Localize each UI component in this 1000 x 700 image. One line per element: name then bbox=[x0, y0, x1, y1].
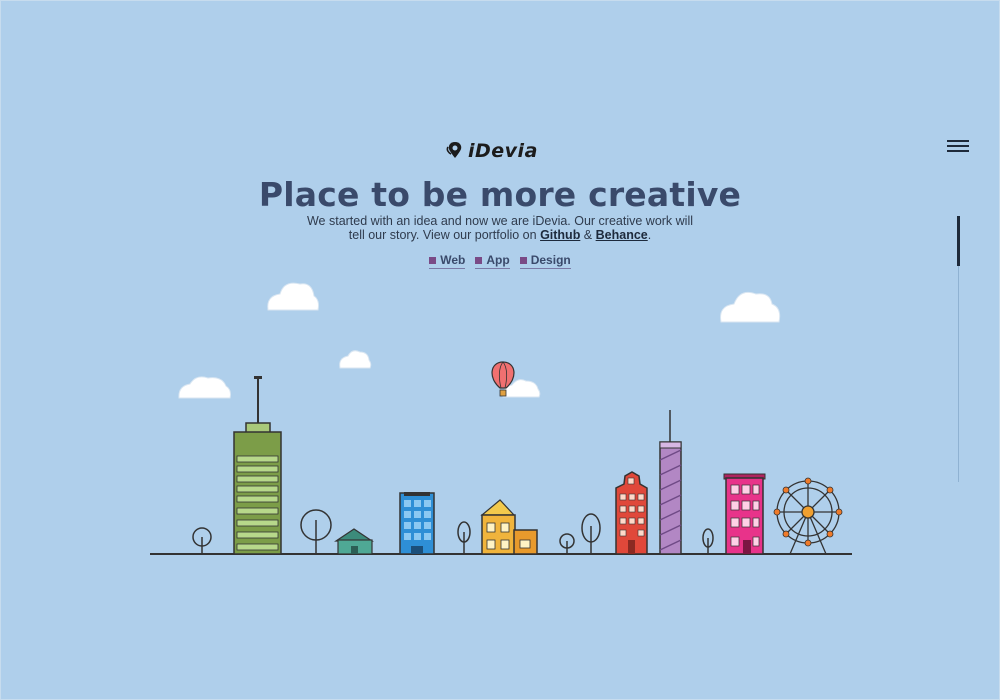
yellow-house-building bbox=[480, 499, 538, 555]
pink-apartment-building bbox=[723, 473, 766, 555]
city-illustration bbox=[150, 282, 852, 555]
cloud-icon bbox=[178, 282, 781, 399]
red-brick-building bbox=[615, 471, 648, 555]
ferris-wheel-icon bbox=[773, 477, 843, 555]
teal-house-building bbox=[334, 528, 374, 555]
green-tower-building bbox=[233, 376, 282, 555]
blue-office-building bbox=[399, 492, 435, 555]
purple-striped-tower bbox=[659, 410, 682, 555]
